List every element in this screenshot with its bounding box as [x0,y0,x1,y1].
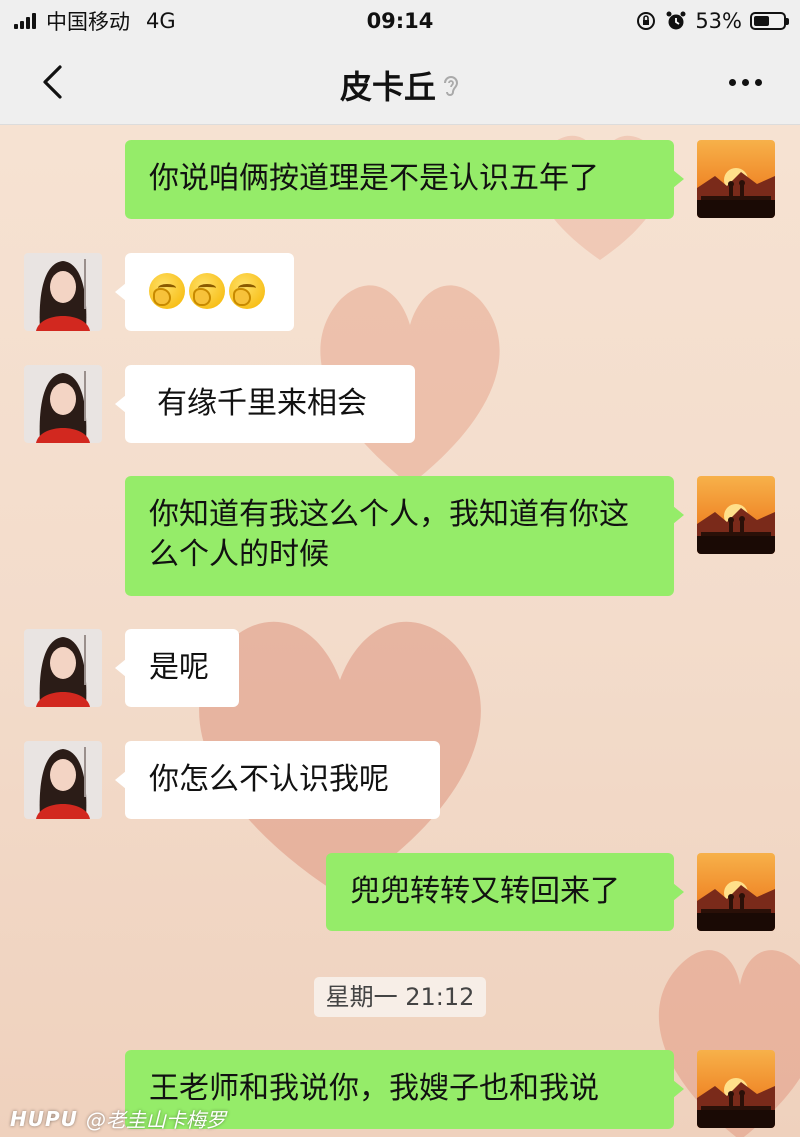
thinking-face-emoji [229,273,265,309]
contact-avatar[interactable] [24,629,102,707]
message-text: 兜兜转转又转回来了 [350,874,620,909]
signal-icon [14,13,36,29]
chat-title-wrap: 皮卡丘 [0,62,800,108]
chat-area[interactable]: 你说咱俩按道理是不是认识五年了 有缘千里来相会 你知道有我这么个人，我知道有你这… [0,125,800,1137]
my-avatar[interactable] [697,853,775,931]
watermark-user: @老圭山卡梅罗 [85,1108,226,1132]
message-bubble-received[interactable] [115,253,294,331]
message-bubble-received[interactable]: 你怎么不认识我呢 [115,741,440,819]
network-type: 4G [146,9,176,33]
my-avatar[interactable] [697,1050,775,1128]
contact-photo [24,741,102,819]
more-dot [754,78,762,86]
contact-photo [24,629,102,707]
contact-avatar[interactable] [24,365,102,443]
message-text: 王老师和我说你，我嫂子也和我说 [149,1071,599,1106]
message-bubble-sent[interactable]: 兜兜转转又转回来了 [326,853,684,931]
sunset-avatar-image [697,476,775,554]
alarm-icon [666,11,686,30]
status-right: 53% [635,9,789,33]
status-bar: 中国移动 4G 09:14 53% [0,0,800,42]
message-text: 你知道有我这么个人，我知道有你这么个人的时候 [149,497,629,572]
message-bubble-sent[interactable]: 你说咱俩按道理是不是认识五年了 [125,140,684,219]
status-left: 中国移动 4G [14,6,176,36]
more-button[interactable] [720,60,770,104]
battery-level [754,16,769,26]
message-text: 你怎么不认识我呢 [149,762,389,797]
message-bubble-received[interactable]: 是呢 [115,629,239,707]
ear-icon [442,70,460,108]
message-text: 有缘千里来相会 [157,386,367,421]
thinking-face-emoji [189,273,225,309]
my-avatar[interactable] [697,476,775,554]
sunset-avatar-image [697,853,775,931]
message-text: 是呢 [149,650,209,685]
contact-photo [24,253,102,331]
message-bubble-sent[interactable]: 你知道有我这么个人，我知道有你这么个人的时候 [125,476,684,596]
sunset-avatar-image [697,1050,775,1128]
contact-avatar[interactable] [24,253,102,331]
sunset-avatar-image [697,140,775,218]
battery-icon [750,12,789,30]
nav-bar: 皮卡丘 [0,42,800,125]
chat-title[interactable]: 皮卡丘 [340,68,436,106]
thinking-face-emoji [149,273,185,309]
my-avatar[interactable] [697,140,775,218]
more-dot [728,78,736,86]
rotation-lock-icon [637,12,656,30]
contact-avatar[interactable] [24,741,102,819]
carrier-name: 中国移动 [46,10,130,34]
battery-percent: 53% [695,9,742,33]
timestamp-divider: 星期一 21:12 [314,977,486,1017]
contact-photo [24,365,102,443]
message-text: 你说咱俩按道理是不是认识五年了 [149,161,599,196]
watermark: HUPU @老圭山卡梅罗 [10,1104,226,1133]
message-bubble-received[interactable]: 有缘千里来相会 [115,365,415,443]
emoji-row [149,273,270,309]
watermark-brand: HUPU [10,1106,78,1131]
more-dot [741,78,749,86]
